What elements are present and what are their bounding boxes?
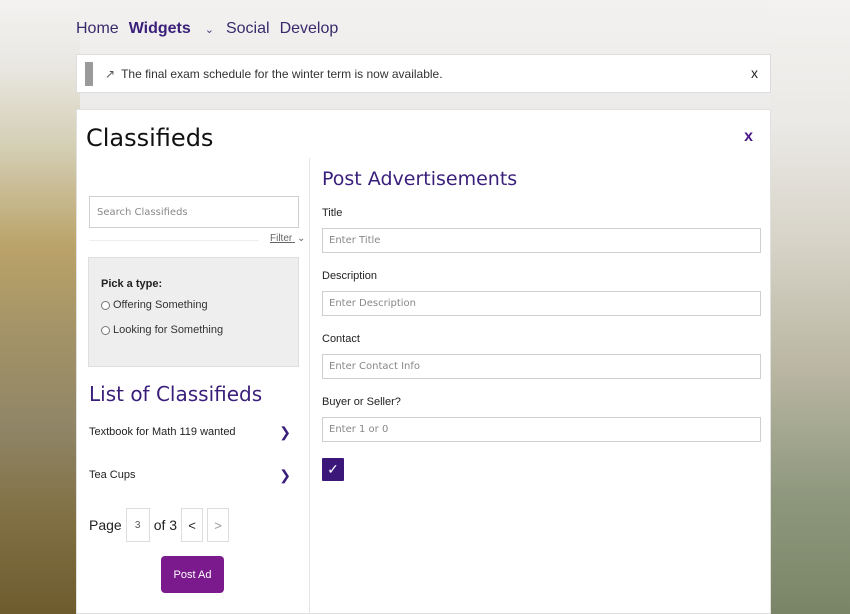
radio-offering[interactable]: Offering Something — [101, 299, 208, 311]
background-right — [770, 0, 850, 614]
type-filter-box: Pick a type: Offering Something Looking … — [88, 257, 299, 367]
page-label: Page — [89, 517, 122, 533]
nav-social[interactable]: Social — [226, 20, 270, 38]
radio-label: Offering Something — [113, 299, 208, 311]
external-link-icon[interactable]: ↗ — [105, 67, 115, 81]
column-divider — [309, 158, 310, 614]
next-page-button[interactable]: > — [207, 508, 230, 542]
pagination: Page 3 of 3 < > — [89, 508, 230, 542]
form-title: Post Advertisements — [322, 168, 518, 190]
prev-page-button[interactable]: < — [181, 508, 204, 542]
notice-accent-bar — [85, 61, 93, 86]
notice-message[interactable]: The final exam schedule for the winter t… — [121, 67, 443, 81]
list-item[interactable]: Textbook for Math 119 wanted ❯ — [89, 421, 299, 443]
nav-develop[interactable]: Develop — [280, 20, 339, 38]
page-of-label: of 3 — [153, 517, 178, 533]
chevron-down-icon: ⌄ — [297, 233, 306, 244]
list-item-label: Textbook for Math 119 wanted — [89, 426, 236, 438]
contact-label: Contact — [322, 333, 360, 345]
description-input[interactable]: Enter Description — [322, 291, 761, 316]
filter-label: Filter — [270, 233, 293, 244]
radio-label: Looking for Something — [113, 324, 224, 336]
chevron-right-icon[interactable]: ❯ — [279, 424, 291, 441]
buyer-seller-label: Buyer or Seller? — [322, 396, 401, 408]
buyer-seller-input[interactable]: Enter 1 or 0 — [322, 417, 761, 442]
nav-home[interactable]: Home — [76, 20, 119, 38]
notice-close-button[interactable]: x — [751, 65, 758, 81]
radio-icon[interactable] — [101, 325, 110, 335]
nav-widgets[interactable]: Widgets — [129, 20, 191, 38]
chevron-down-icon[interactable]: ⌄ — [205, 23, 214, 36]
radio-looking[interactable]: Looking for Something — [101, 324, 223, 336]
checkmark-icon: ✓ — [327, 461, 339, 477]
type-label: Pick a type: — [101, 278, 163, 290]
description-label: Description — [322, 270, 378, 282]
confirm-checkbox[interactable]: ✓ — [322, 458, 344, 481]
filter-divider — [89, 240, 259, 241]
background-left — [0, 0, 80, 614]
radio-icon[interactable] — [101, 300, 110, 310]
filter-toggle[interactable]: Filter ⌄ — [270, 233, 305, 244]
post-ad-button[interactable]: Post Ad — [161, 556, 224, 593]
title-input[interactable]: Enter Title — [322, 228, 761, 253]
panel-title: Classifieds — [86, 124, 214, 152]
title-label: Title — [322, 207, 343, 219]
list-item[interactable]: Tea Cups ❯ — [89, 464, 299, 486]
list-title: List of Classifieds — [89, 382, 263, 406]
list-item-label: Tea Cups — [89, 469, 136, 481]
contact-input[interactable]: Enter Contact Info — [322, 354, 761, 379]
panel-close-button[interactable]: x — [744, 128, 753, 146]
search-input[interactable]: Search Classifieds — [89, 196, 299, 228]
page-number-input[interactable]: 3 — [125, 508, 150, 542]
notice-banner: ↗ The final exam schedule for the winter… — [76, 54, 771, 93]
classifieds-panel: Classifieds x Search Classifieds Filter … — [76, 109, 771, 614]
top-nav: Home Widgets ⌄ Social Develop — [76, 18, 338, 40]
chevron-right-icon[interactable]: ❯ — [279, 467, 291, 484]
